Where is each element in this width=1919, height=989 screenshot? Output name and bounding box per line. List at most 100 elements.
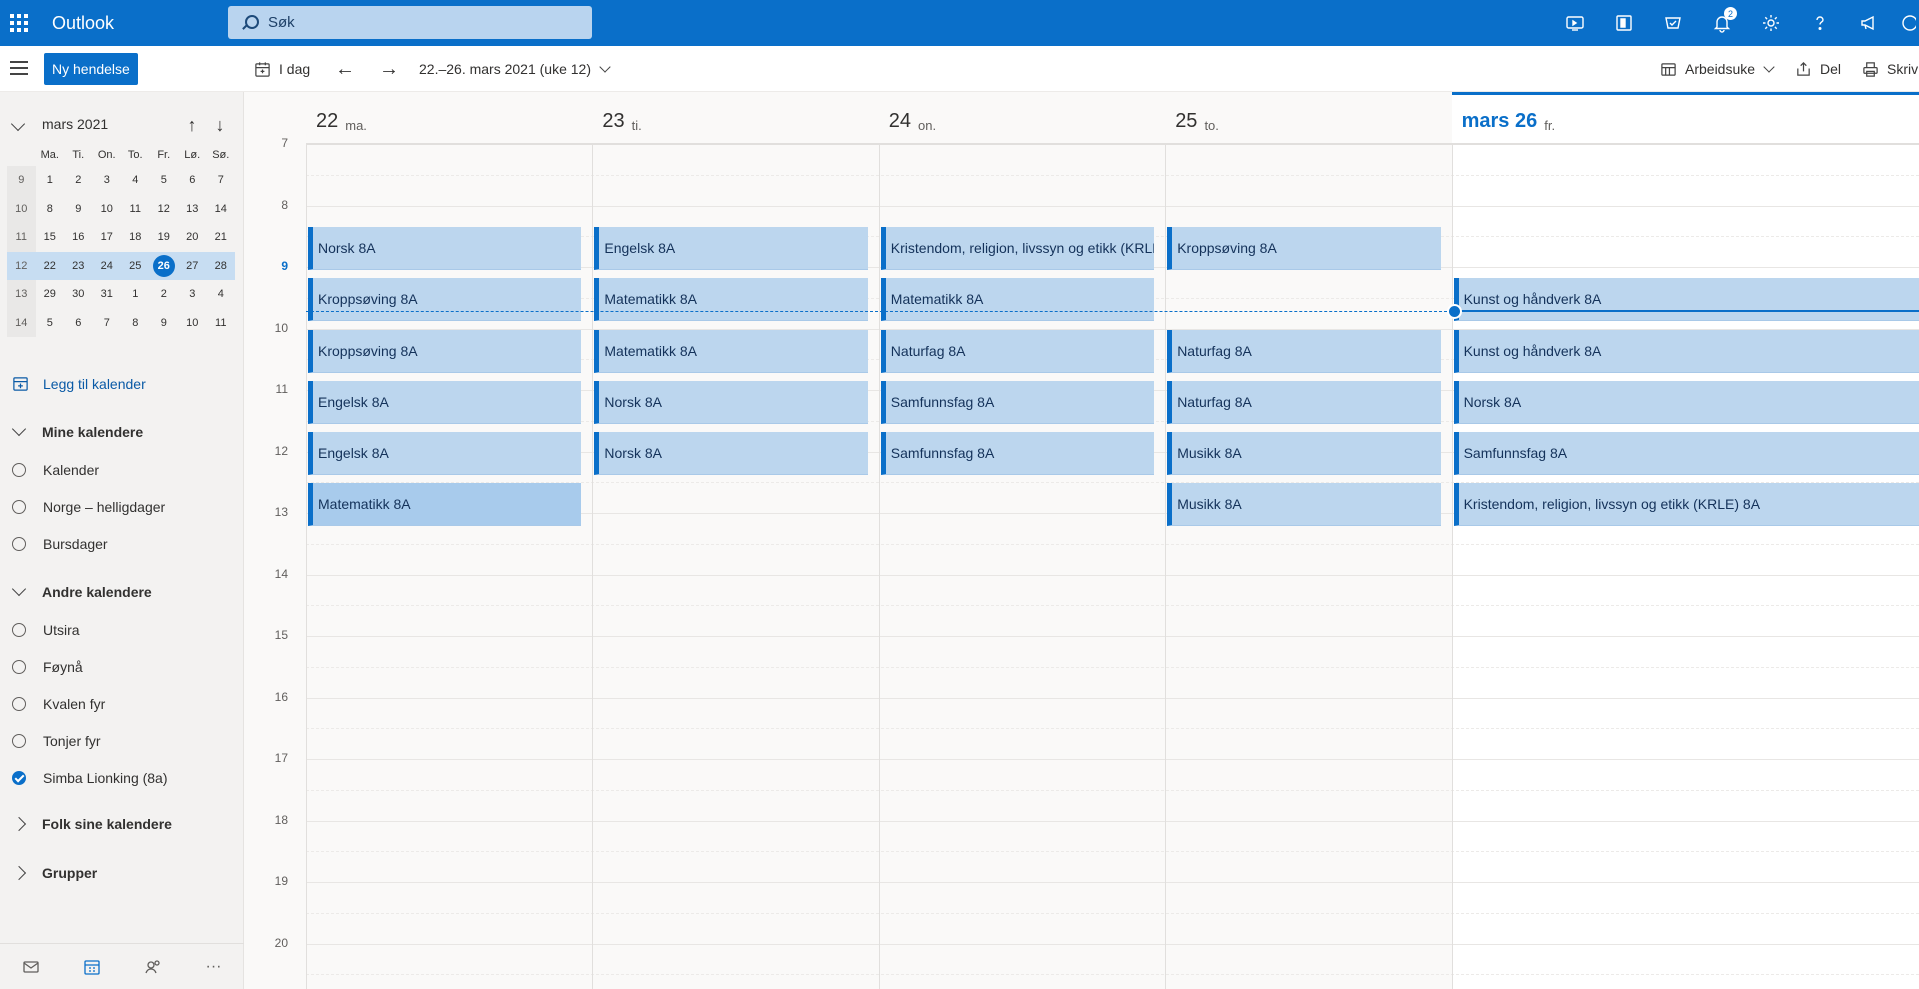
calendar-event[interactable]: Kristendom, religion, livssyn og etikk (… (1453, 483, 1919, 527)
mini-calendar-day[interactable]: 28 (206, 251, 235, 280)
radio-circle-icon[interactable] (12, 734, 26, 748)
mini-calendar-day[interactable]: 2 (64, 166, 93, 195)
view-switcher[interactable]: Arbeidsuke (1660, 53, 1775, 85)
calendar-event[interactable]: Musikk 8A (1167, 432, 1441, 476)
today-button[interactable]: I dag (254, 53, 310, 85)
next-week-arrow-icon[interactable]: → (373, 53, 405, 85)
radio-circle-icon[interactable] (12, 463, 26, 477)
calendar-nav-button[interactable] (61, 944, 122, 989)
mini-calendar-day[interactable]: 13 (178, 195, 207, 224)
mini-calendar-day[interactable]: 8 (36, 195, 65, 224)
search-input[interactable]: Søk (268, 14, 295, 31)
calendar-event[interactable]: Kunst og håndverk 8A (1453, 278, 1919, 322)
radio-circle-icon[interactable] (12, 697, 26, 711)
add-calendar-link[interactable]: Legg til kalender (12, 375, 146, 392)
calendar-event[interactable]: Matematikk 8A (594, 278, 868, 322)
day-header[interactable]: 23 ti. (592, 92, 879, 145)
share-button[interactable]: Del (1795, 53, 1841, 85)
people-nav-button[interactable] (122, 944, 183, 989)
calendar-event[interactable]: Norsk 8A (308, 226, 582, 270)
calendar-event[interactable]: Kroppsøving 8A (1167, 226, 1441, 270)
previous-week-arrow-icon[interactable]: ← (329, 53, 361, 85)
mini-calendar-day[interactable]: 23 (64, 251, 93, 280)
mini-calendar-day[interactable]: 11 (207, 309, 236, 338)
mini-calendar-day[interactable]: 31 (93, 280, 122, 309)
previous-month-arrow-icon[interactable]: ↑ (180, 112, 204, 138)
mail-nav-button[interactable] (0, 944, 61, 989)
mini-calendar-day[interactable]: 25 (121, 251, 150, 280)
app-launcher-icon[interactable] (0, 0, 38, 46)
calendar-item[interactable]: Simba Lionking (8a) (12, 770, 168, 786)
mini-calendar-day[interactable]: 10 (93, 195, 122, 224)
mini-calendar-day[interactable]: 22 (35, 251, 64, 280)
mini-calendar-day[interactable]: 1 (36, 166, 65, 195)
next-month-arrow-icon[interactable]: ↓ (208, 112, 232, 138)
mini-calendar-day[interactable]: 29 (36, 280, 65, 309)
calendar-event[interactable]: Kroppsøving 8A (308, 329, 582, 373)
mini-calendar-day[interactable]: 6 (178, 166, 207, 195)
day-header[interactable]: mars 26 fr. (1451, 92, 1919, 145)
calendar-item[interactable]: Føynå (12, 659, 83, 675)
mini-calendar-day[interactable]: 16 (64, 223, 93, 252)
mini-calendar-day[interactable]: 1 (121, 280, 150, 309)
calendar-event[interactable]: Naturfag 8A (1167, 380, 1441, 424)
radio-circle-icon[interactable] (12, 500, 26, 514)
mini-calendar-month[interactable]: mars 2021 (42, 116, 108, 132)
day-header[interactable]: 22 ma. (306, 92, 593, 145)
radio-circle-icon[interactable] (12, 537, 26, 551)
mini-calendar-day[interactable]: 17 (93, 223, 122, 252)
mini-calendar-day[interactable]: 19 (150, 223, 179, 252)
notifications-bell-icon[interactable]: 2 (1697, 0, 1746, 46)
calendar-event[interactable]: Engelsk 8A (308, 432, 582, 476)
groups-group-header[interactable]: Grupper (11, 865, 97, 881)
new-event-button[interactable]: Ny hendelse (44, 53, 138, 85)
feedback-megaphone-icon[interactable] (1844, 0, 1893, 46)
calendar-event[interactable]: Samfunnsfag 8A (880, 380, 1155, 424)
calendar-event[interactable]: Musikk 8A (1167, 483, 1441, 527)
mini-calendar-day[interactable]: 18 (121, 223, 150, 252)
mini-calendar-day[interactable]: 4 (121, 166, 150, 195)
mini-calendar-day[interactable]: 3 (93, 166, 122, 195)
mini-calendar-day[interactable]: 4 (207, 280, 236, 309)
hamburger-menu-icon[interactable] (10, 61, 28, 75)
day-header[interactable]: 24 on. (878, 92, 1166, 145)
calendar-event[interactable]: Norsk 8A (594, 380, 868, 424)
week-number[interactable]: 10 (7, 194, 36, 223)
calendar-event[interactable]: Matematikk 8A (880, 278, 1155, 322)
mini-calendar-day[interactable]: 24 (92, 251, 121, 280)
mini-calendar-day[interactable]: 11 (121, 195, 150, 224)
mini-calendar-day[interactable]: 8 (121, 309, 150, 338)
day-header[interactable]: 25 to. (1165, 92, 1452, 145)
calendar-item[interactable]: Kalender (12, 462, 99, 478)
mini-calendar-day[interactable]: 21 (207, 223, 236, 252)
account-avatar-icon[interactable] (1893, 0, 1919, 46)
mini-calendar-day[interactable]: 30 (64, 280, 93, 309)
app-title[interactable]: Outlook (52, 13, 228, 34)
calendar-item[interactable]: Tonjer fyr (12, 733, 101, 749)
mini-calendar-day[interactable]: 14 (207, 195, 236, 224)
search-box[interactable]: Søk (228, 6, 592, 39)
calendar-event[interactable]: Naturfag 8A (880, 329, 1155, 373)
radio-circle-icon[interactable] (12, 660, 26, 674)
mini-calendar-day[interactable]: 10 (178, 309, 207, 338)
mini-calendar-day[interactable]: 5 (36, 309, 65, 338)
mini-calendar-day[interactable]: 9 (150, 309, 179, 338)
mini-calendar-day[interactable]: 7 (207, 166, 236, 195)
mini-calendar-day[interactable]: 9 (64, 195, 93, 224)
meet-now-icon[interactable] (1550, 0, 1599, 46)
date-range-picker[interactable]: 22.–26. mars 2021 (uke 12) (419, 53, 611, 85)
calendar-event[interactable]: Samfunnsfag 8A (880, 432, 1155, 476)
calendar-event[interactable]: Naturfag 8A (1167, 329, 1441, 373)
calendar-event[interactable]: Samfunnsfag 8A (1453, 432, 1919, 476)
print-button[interactable]: Skriv (1862, 53, 1918, 85)
office-icon[interactable] (1599, 0, 1648, 46)
mini-calendar-day[interactable]: 27 (178, 251, 207, 280)
week-number[interactable]: 11 (7, 223, 36, 252)
more-apps-button[interactable]: ··· (183, 944, 244, 989)
other-calendars-group-header[interactable]: Andre kalendere (11, 581, 152, 600)
mini-calendar-day[interactable]: 3 (178, 280, 207, 309)
calendar-event[interactable]: Norsk 8A (594, 432, 868, 476)
mini-calendar-day[interactable]: 2 (150, 280, 179, 309)
my-calendars-group-header[interactable]: Mine kalendere (11, 421, 143, 440)
mini-calendar-day[interactable]: 20 (178, 223, 207, 252)
